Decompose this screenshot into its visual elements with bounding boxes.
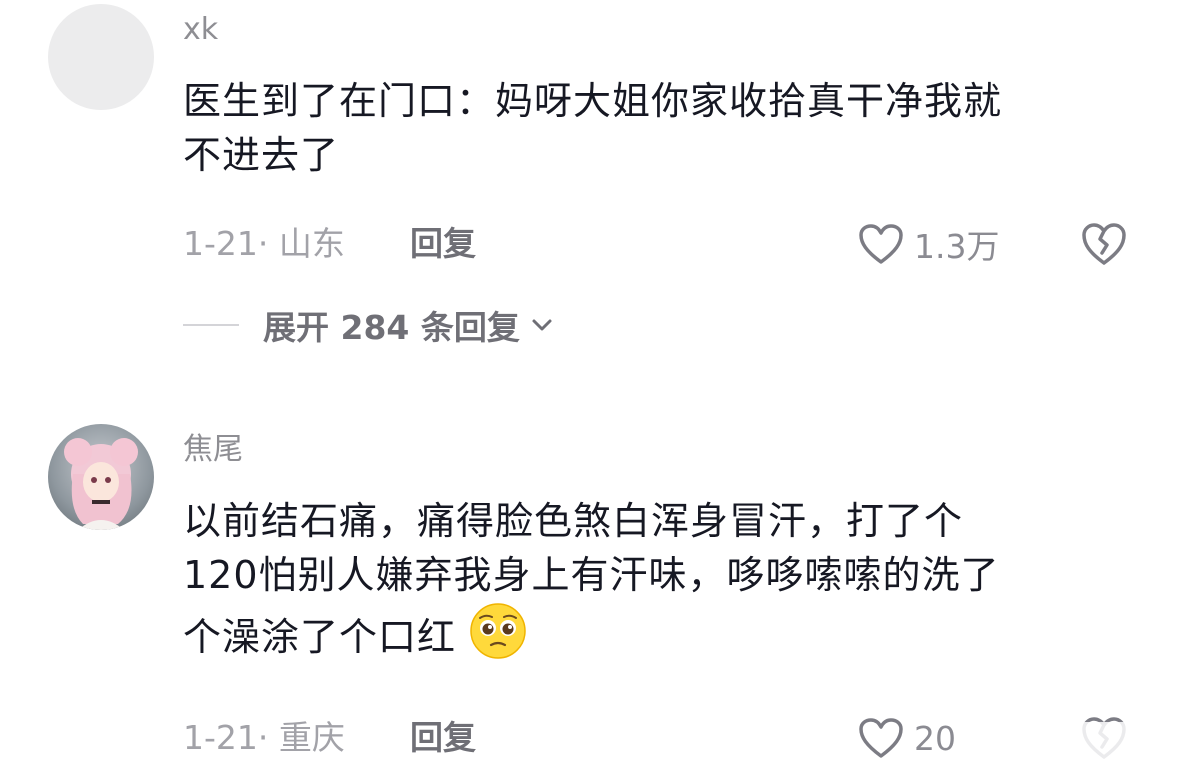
- pleading-face-emoji: [470, 603, 526, 659]
- expand-replies-label: 展开 284 条回复: [263, 308, 520, 347]
- comment-text-line: 不进去了: [183, 133, 340, 177]
- comment-date-location: 1-21· 山东: [183, 224, 345, 263]
- avatar[interactable]: [48, 424, 154, 530]
- like-count: 20: [914, 718, 956, 758]
- avatar[interactable]: [48, 4, 154, 110]
- comment-username[interactable]: 焦尾: [183, 432, 243, 468]
- like-button[interactable]: 1.3万: [858, 220, 999, 268]
- comment-username[interactable]: xk: [183, 12, 218, 48]
- watermark-overlay: [985, 722, 1175, 762]
- comment-text-line: 120怕别人嫌弃我身上有汗味，哆哆嗦嗦的洗了: [183, 553, 1000, 597]
- chevron-down-icon: [532, 319, 552, 331]
- avatar-illustration: [64, 438, 138, 530]
- comment-text: 医生到了在门口：妈呀大姐你家收拾真干净我就 不进去了: [183, 74, 1143, 182]
- divider: [183, 324, 239, 326]
- broken-heart-icon[interactable]: [1080, 220, 1128, 268]
- expand-replies-button[interactable]: 展开 284 条回复: [183, 300, 554, 350]
- comment-text-line: 个澡涂了个口红: [183, 602, 1143, 664]
- reply-button[interactable]: 回复: [410, 224, 476, 264]
- heart-outline-icon: [859, 224, 903, 264]
- comment-text-line: 医生到了在门口：妈呀大姐你家收拾真干净我就: [183, 79, 1003, 123]
- comment-text-line: 以前结石痛，痛得脸色煞白浑身冒汗，打了个: [183, 499, 964, 543]
- comment-text: 以前结石痛，痛得脸色煞白浑身冒汗，打了个 120怕别人嫌弃我身上有汗味，哆哆嗦嗦…: [183, 494, 1143, 664]
- like-count: 1.3万: [914, 227, 1000, 266]
- reply-button[interactable]: 回复: [410, 718, 476, 758]
- like-button[interactable]: 20: [858, 714, 956, 762]
- comment-text-fragment: 个澡涂了个口红: [183, 615, 457, 659]
- heart-outline-icon: [859, 718, 903, 758]
- comment-date-location: 1-21· 重庆: [183, 718, 345, 757]
